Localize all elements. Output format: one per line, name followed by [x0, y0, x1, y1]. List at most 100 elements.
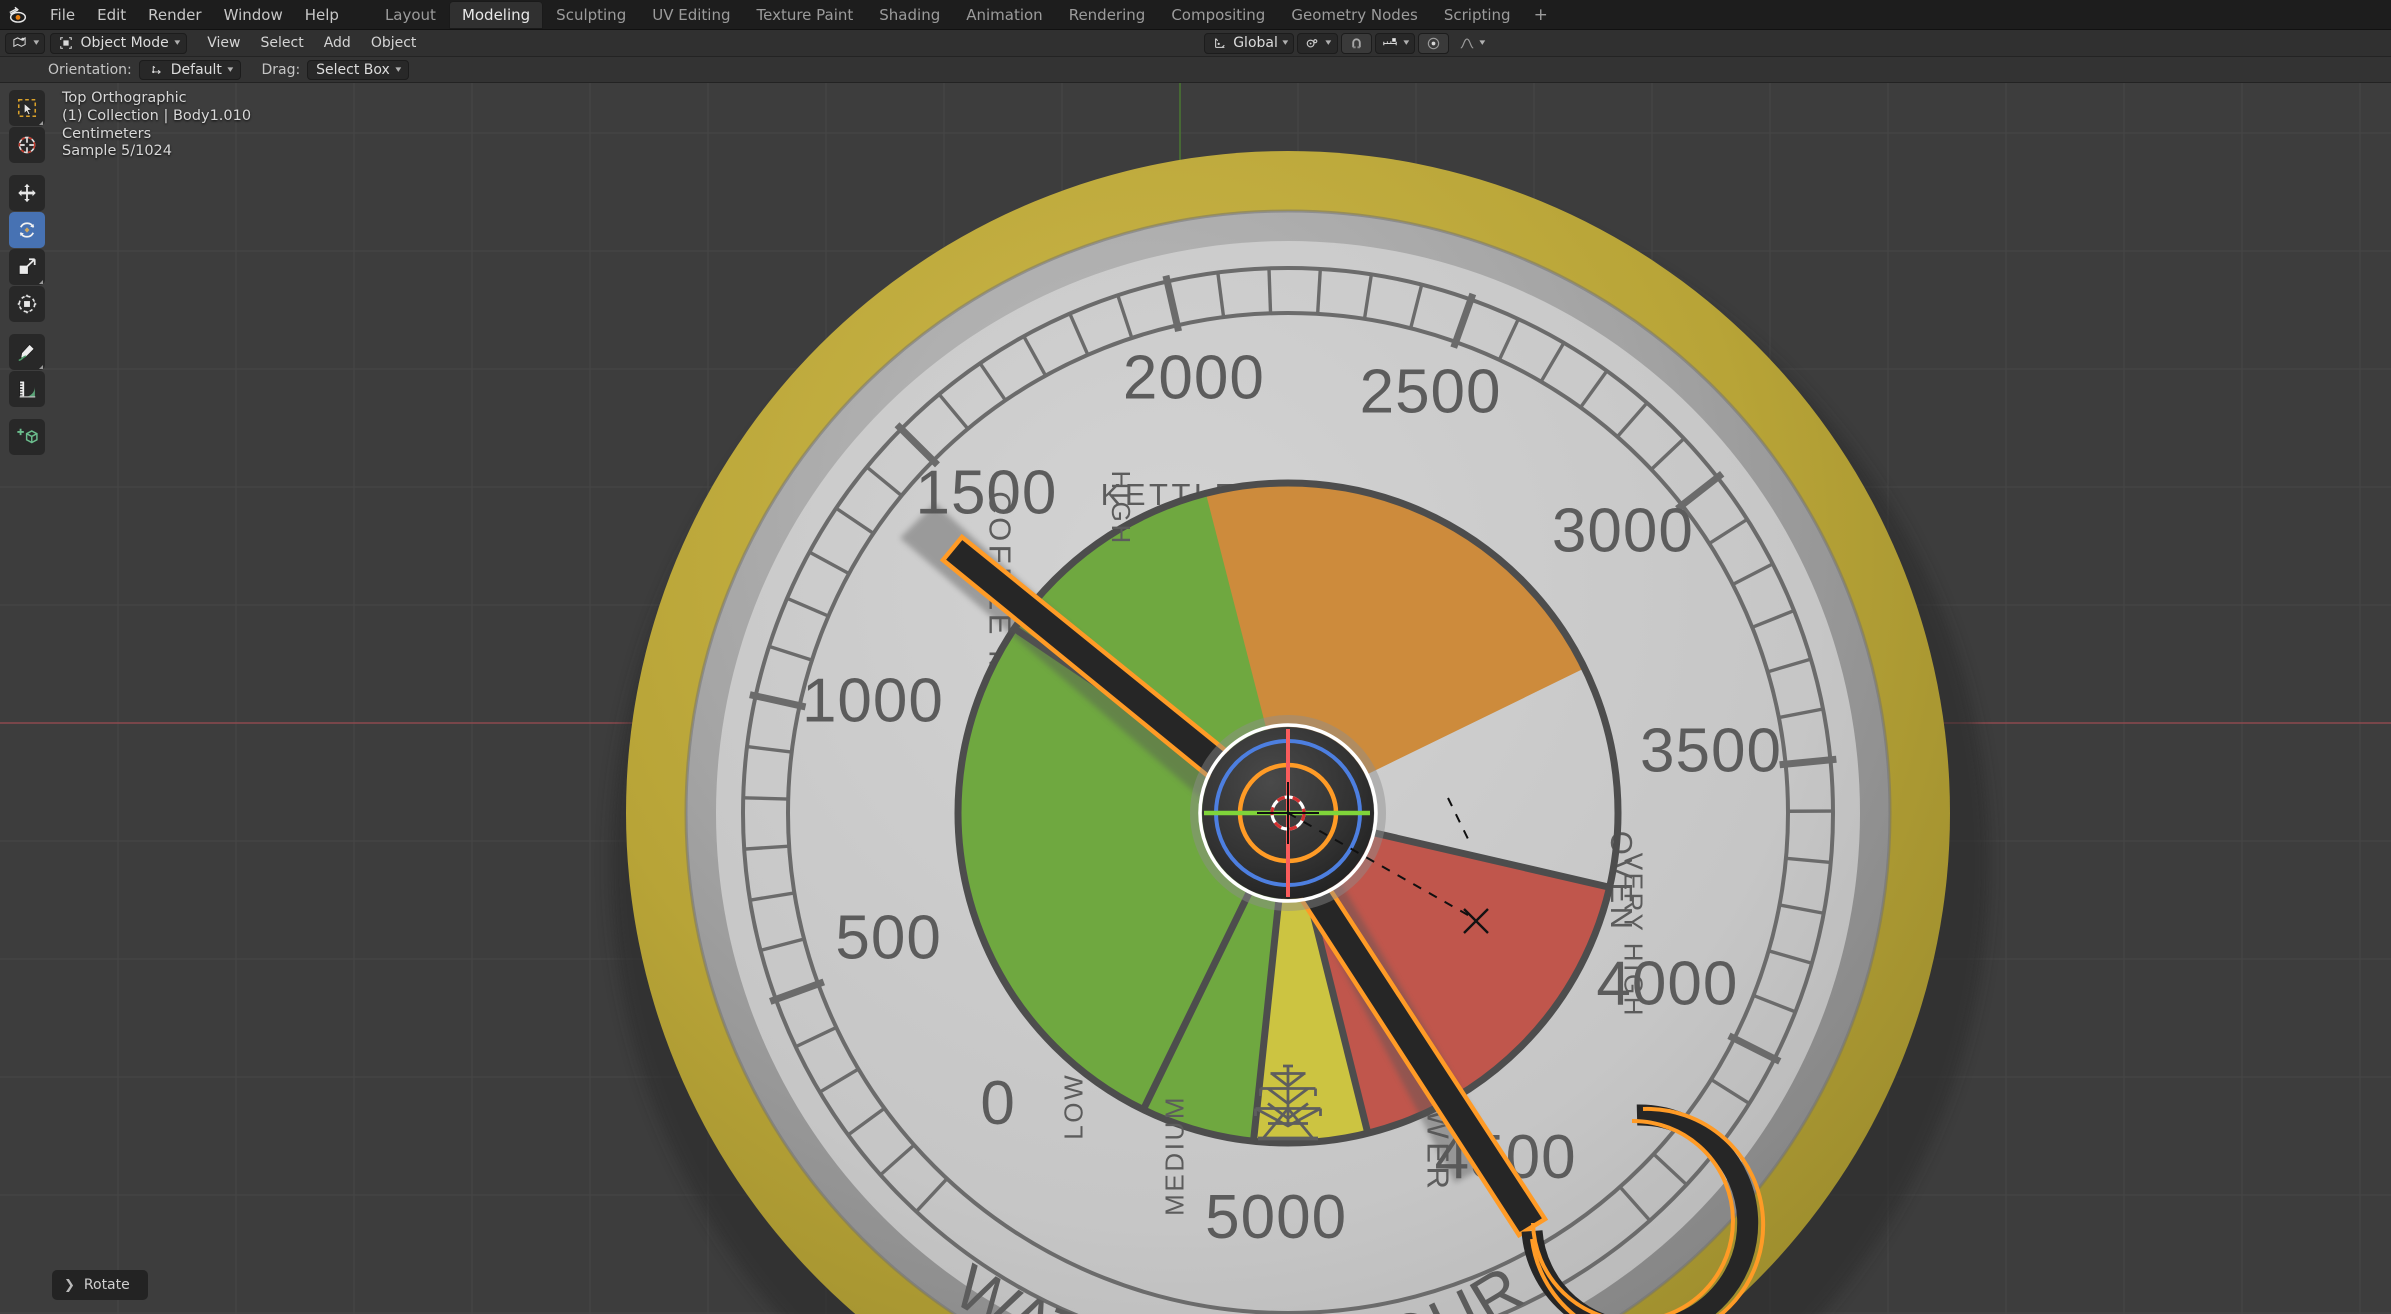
chevron-down-icon: ▾	[227, 64, 234, 75]
object-mode-icon	[58, 35, 75, 52]
header-menu-add[interactable]: Add	[314, 33, 361, 54]
top-bar: File Edit Render Window Help Layout Mode…	[0, 0, 2391, 30]
workspace-tab-sculpting[interactable]: Sculpting	[543, 1, 639, 29]
editor-type-button[interactable]: ▾	[5, 32, 45, 54]
tool-measure[interactable]	[9, 371, 45, 407]
scale-number-0: 0	[980, 1069, 1015, 1138]
proportional-falloff-dropdown[interactable]: ▾	[1452, 33, 1491, 54]
energy-gauge-model[interactable]: 0 500 1000 1500 2000 2500 3000 3500 4000…	[0, 83, 2391, 1314]
level-label-high: HIGH	[1106, 470, 1136, 545]
tool-expand-corner-icon[interactable]	[39, 365, 43, 369]
snap-toggle-button[interactable]	[1340, 32, 1372, 54]
viewport-header: ▾ Object Mode ▾ View Select Add Object G…	[0, 30, 2391, 57]
snap-magnet-icon	[1348, 35, 1365, 52]
header-menu-view[interactable]: View	[197, 33, 250, 54]
menu-render[interactable]: Render	[137, 3, 212, 27]
scale-number-5000: 5000	[1205, 1183, 1347, 1252]
add-workspace-button[interactable]: +	[1524, 1, 1558, 29]
transform-orientation-dropdown[interactable]: Global ▾	[1204, 32, 1295, 54]
viewport-info-collection: (1) Collection | Body1.010	[62, 107, 252, 124]
workspace-tab-rendering[interactable]: Rendering	[1056, 1, 1159, 29]
header-right-group: Global ▾ ▾ ▾ ▾	[1204, 32, 2391, 54]
menu-window[interactable]: Window	[213, 3, 294, 27]
viewport-info-overlay: Top Orthographic (1) Collection | Body1.…	[62, 90, 251, 161]
chevron-right-icon[interactable]: ❯	[64, 1278, 75, 1293]
chevron-down-icon: ▾	[174, 38, 180, 48]
workspace-tab-geometry-nodes[interactable]: Geometry Nodes	[1278, 1, 1431, 29]
tool-rotate[interactable]	[9, 212, 45, 248]
workspace-tab-scripting[interactable]: Scripting	[1431, 1, 1524, 29]
object-mode-dropdown[interactable]: Object Mode ▾	[49, 32, 188, 54]
chevron-down-icon: ▾	[1403, 38, 1410, 48]
snap-target-dropdown[interactable]: ▾	[1374, 32, 1416, 54]
scale-number-2500: 2500	[1360, 358, 1502, 427]
scale-number-1000: 1000	[802, 667, 944, 736]
orientation-value: Default	[170, 61, 222, 78]
chevron-down-icon: ▾	[395, 64, 402, 75]
tool-annotate[interactable]	[9, 334, 45, 370]
snap-pivot-dropdown[interactable]: ▾	[1297, 32, 1338, 54]
viewport-info-view: Top Orthographic	[62, 90, 187, 106]
orientation-axis-icon	[1211, 35, 1228, 52]
orientation-label: Orientation:	[48, 61, 132, 78]
toolbar-group-annotate	[9, 334, 45, 407]
level-label-very-high: VERY HIGH	[1618, 853, 1648, 1019]
workspace-tab-texture-paint[interactable]: Texture Paint	[743, 1, 866, 29]
transform-orientation-label: Global	[1233, 35, 1278, 51]
drag-value: Select Box	[316, 61, 390, 78]
tool-expand-corner-icon[interactable]	[39, 121, 43, 125]
scale-number-500: 500	[835, 903, 941, 972]
scale-number-3000: 3000	[1552, 496, 1694, 565]
tool-add-cube[interactable]	[9, 419, 45, 455]
scale-number-3500: 3500	[1640, 717, 1782, 786]
orientation-default-icon	[148, 61, 165, 78]
menu-help[interactable]: Help	[294, 3, 350, 27]
viewport-info-sample: Sample 5/1024	[62, 143, 172, 160]
drag-label: Drag:	[261, 61, 301, 78]
viewport-toolbar	[9, 90, 45, 464]
viewport-info-units: Centimeters	[62, 125, 152, 142]
drag-dropdown[interactable]: Select Box ▾	[307, 59, 410, 80]
operator-name-label: Rotate	[83, 1277, 130, 1293]
proportional-falloff-smooth-icon	[1458, 35, 1475, 52]
header-menu-select[interactable]: Select	[251, 33, 314, 54]
chevron-down-icon: ▾	[1282, 38, 1289, 48]
proportional-editing-icon	[1425, 35, 1442, 52]
snap-pivot-icon	[1304, 35, 1321, 52]
scale-number-2000: 2000	[1123, 344, 1265, 413]
workspace-tab-layout[interactable]: Layout	[372, 1, 449, 29]
snap-increment-icon	[1382, 35, 1399, 52]
operator-redo-panel[interactable]: ❯ Rotate	[52, 1270, 148, 1300]
level-label-medium: MEDIUM	[1159, 1095, 1189, 1216]
tool-transform[interactable]	[9, 286, 45, 322]
3d-viewport[interactable]: 0 500 1000 1500 2000 2500 3000 3500 4000…	[0, 83, 2391, 1314]
chevron-down-icon: ▾	[1325, 38, 1332, 48]
toolbar-group-transform	[9, 175, 45, 322]
level-label-low: LOW	[1059, 1073, 1089, 1140]
workspace-tab-compositing[interactable]: Compositing	[1158, 1, 1278, 29]
workspace-tab-animation[interactable]: Animation	[953, 1, 1055, 29]
toolbar-group-select	[9, 90, 45, 163]
workspace-tab-shading[interactable]: Shading	[866, 1, 953, 29]
blender-logo-icon[interactable]	[5, 2, 31, 28]
menu-edit[interactable]: Edit	[86, 3, 137, 27]
workspace-tab-uv-editing[interactable]: UV Editing	[639, 1, 743, 29]
proportional-editing-toggle[interactable]	[1418, 32, 1450, 54]
menu-file[interactable]: File	[39, 3, 86, 27]
tool-move[interactable]	[9, 175, 45, 211]
tool-expand-corner-icon[interactable]	[39, 280, 43, 284]
tool-settings-bar: Orientation: Default ▾ Drag: Select Box …	[0, 57, 2391, 83]
tool-select-box[interactable]	[9, 90, 45, 126]
toolbar-group-add	[9, 419, 45, 455]
object-mode-label: Object Mode	[80, 35, 169, 51]
tool-cursor[interactable]	[9, 127, 45, 163]
dial-title-energy: ENERGY	[1196, 1310, 1380, 1314]
orientation-dropdown[interactable]: Default ▾	[138, 59, 242, 80]
editor-type-3dviewport-icon	[11, 35, 28, 52]
tool-scale[interactable]	[9, 249, 45, 285]
chevron-down-icon: ▾	[33, 38, 40, 48]
header-menu-object[interactable]: Object	[361, 33, 427, 54]
chevron-down-icon: ▾	[1479, 38, 1486, 48]
scale-number-4000: 4000	[1596, 950, 1738, 1019]
workspace-tab-modeling[interactable]: Modeling	[448, 0, 544, 29]
